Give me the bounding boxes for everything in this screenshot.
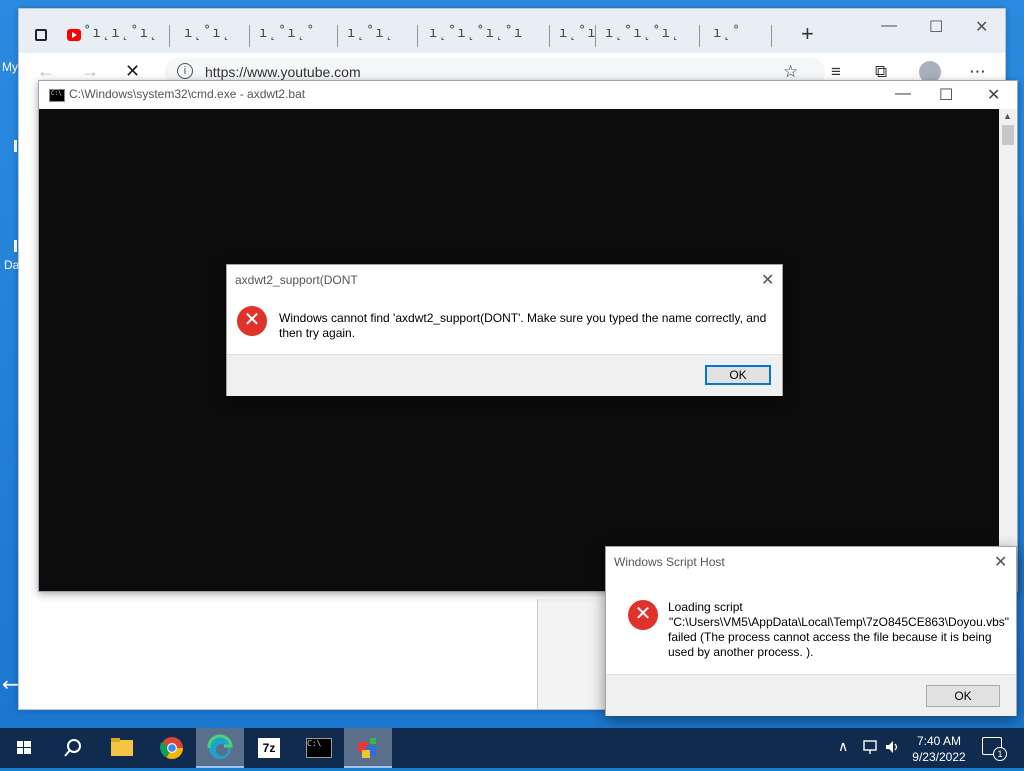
scroll-thumb[interactable] xyxy=(1002,125,1014,145)
search-button[interactable] xyxy=(48,728,96,768)
edge-button[interactable] xyxy=(196,728,244,768)
file-explorer-button[interactable] xyxy=(98,728,146,768)
browser-minimize-button[interactable]: — xyxy=(881,17,897,35)
clock-time: 7:40 AM xyxy=(916,734,962,748)
tab-separator xyxy=(337,25,338,47)
cmd-icon xyxy=(49,89,65,102)
edge-icon xyxy=(207,734,233,759)
cmd-title-bar[interactable]: C:\Windows\system32\cmd.exe - axdwt2.bat… xyxy=(39,81,1017,109)
cmd-close-button[interactable]: ✕ xyxy=(987,85,1000,105)
dialog-footer: OK xyxy=(227,354,782,396)
folder-icon xyxy=(111,738,133,756)
error-icon: ✕ xyxy=(237,306,267,336)
scroll-up-arrow-icon[interactable]: ▲ xyxy=(1003,111,1012,121)
desktop-icon[interactable] xyxy=(14,240,17,252)
chrome-icon xyxy=(160,737,183,759)
collections-icon[interactable]: ⧉ xyxy=(875,62,887,82)
notification-count-badge: 1 xyxy=(993,747,1007,761)
message-line: "C:\Users\VM5\AppData\Local\Temp\7zO845C… xyxy=(669,615,1010,629)
browser-close-button[interactable]: ✕ xyxy=(975,17,988,37)
chrome-button[interactable] xyxy=(148,728,196,768)
message-line: Loading script xyxy=(668,600,743,614)
dialog-footer: OK xyxy=(606,674,1016,716)
clock-date: 9/23/2022 xyxy=(912,750,966,764)
tab-glitched[interactable]: ı˛˚ı xyxy=(559,25,597,47)
search-icon xyxy=(64,739,81,757)
info-icon[interactable]: i xyxy=(177,63,193,79)
cmd-icon: C:\ xyxy=(306,738,332,758)
dialog-title: axdwt2_support(DONT xyxy=(235,273,358,287)
browser-maximize-button[interactable]: ☐ xyxy=(929,17,943,37)
tab-glitched[interactable]: ı˛˚ı˛˚ xyxy=(259,25,316,47)
ok-button[interactable]: OK xyxy=(926,685,1000,707)
tab-actions-icon[interactable] xyxy=(35,29,47,41)
forward-arrow-icon[interactable]: → xyxy=(81,61,99,82)
tab-separator xyxy=(549,25,550,47)
script-host-button[interactable] xyxy=(344,728,392,768)
volume-icon[interactable] xyxy=(884,738,902,756)
dialog-close-button[interactable]: ✕ xyxy=(994,552,1007,572)
tab-separator xyxy=(169,25,170,47)
tab-glitched[interactable]: ı˛˚ı˛˚ı˛ xyxy=(605,25,680,47)
cmd-scrollbar[interactable]: ▲ xyxy=(999,109,1017,591)
url-text[interactable]: https://www.youtube.com xyxy=(205,64,361,80)
stop-loading-icon[interactable]: ✕ xyxy=(125,61,140,82)
tab-glitched[interactable]: ı˛˚ı˛ xyxy=(347,25,394,47)
script-host-dialog: Windows Script Host ✕ ✕ Loading script "… xyxy=(605,546,1017,716)
cmd-minimize-button[interactable]: — xyxy=(895,85,911,103)
desktop-icon-label[interactable]: My xyxy=(2,60,18,74)
network-icon[interactable] xyxy=(862,738,880,756)
tab-glitched[interactable]: ı˛˚ı˛˚ı˛˚ı xyxy=(429,25,523,47)
error-dialog: axdwt2_support(DONT ✕ ✕ Windows cannot f… xyxy=(226,264,783,396)
tab-separator xyxy=(249,25,250,47)
tab-separator xyxy=(417,25,418,47)
tray-chevron-icon[interactable]: ∧ xyxy=(838,738,848,755)
new-tab-button[interactable]: + xyxy=(801,21,814,47)
tab-glitched[interactable]: ı˛˚ı˛ xyxy=(184,25,231,47)
dialog-close-button[interactable]: ✕ xyxy=(761,270,774,290)
desktop-icon[interactable] xyxy=(14,140,17,152)
cmd-title: C:\Windows\system32\cmd.exe - axdwt2.bat xyxy=(69,87,306,101)
tab-separator xyxy=(595,25,596,47)
windows-logo-icon xyxy=(17,741,31,754)
tab-glitched[interactable]: ˚ı˛ı˛˚ı˛ xyxy=(83,25,158,47)
tab-bar: ˚ı˛ı˛˚ı˛ ı˛˚ı˛ ı˛˚ı˛˚ ı˛˚ı˛ ı˛˚ı˛˚ı˛˚ı ı… xyxy=(19,9,1005,53)
ok-button[interactable]: OK xyxy=(705,365,771,385)
taskbar: 7z C:\ ∧ 7:40 AM 9/23/2022 1 xyxy=(0,728,1024,768)
7zip-button[interactable]: 7z xyxy=(246,728,294,768)
back-arrow-icon[interactable]: ← xyxy=(37,61,55,82)
dialog-title: Windows Script Host xyxy=(614,555,725,569)
script-host-icon xyxy=(358,738,376,758)
7zip-icon: 7z xyxy=(258,738,280,758)
favorites-icon[interactable]: ≡ xyxy=(831,62,841,82)
tab-separator xyxy=(699,25,700,47)
error-icon: ✕ xyxy=(628,600,658,630)
more-options-icon[interactable]: ⋯ xyxy=(969,62,986,82)
dialog-message: Loading script "C:\Users\VM5\AppData\Loc… xyxy=(668,600,1010,660)
message-line: failed (The process cannot access the fi… xyxy=(668,630,992,659)
add-favorite-icon[interactable]: ☆ xyxy=(783,62,798,82)
cmd-maximize-button[interactable]: ☐ xyxy=(939,85,953,105)
cmd-taskbar-button[interactable]: C:\ xyxy=(294,728,342,768)
start-button[interactable] xyxy=(0,728,48,768)
dialog-message: Windows cannot find 'axdwt2_support(DONT… xyxy=(279,311,767,340)
tab-glitched[interactable]: ı˛˚ xyxy=(713,25,741,47)
youtube-icon xyxy=(67,29,81,41)
tab-separator xyxy=(771,25,772,47)
clock[interactable]: 7:40 AM 9/23/2022 xyxy=(904,733,974,765)
